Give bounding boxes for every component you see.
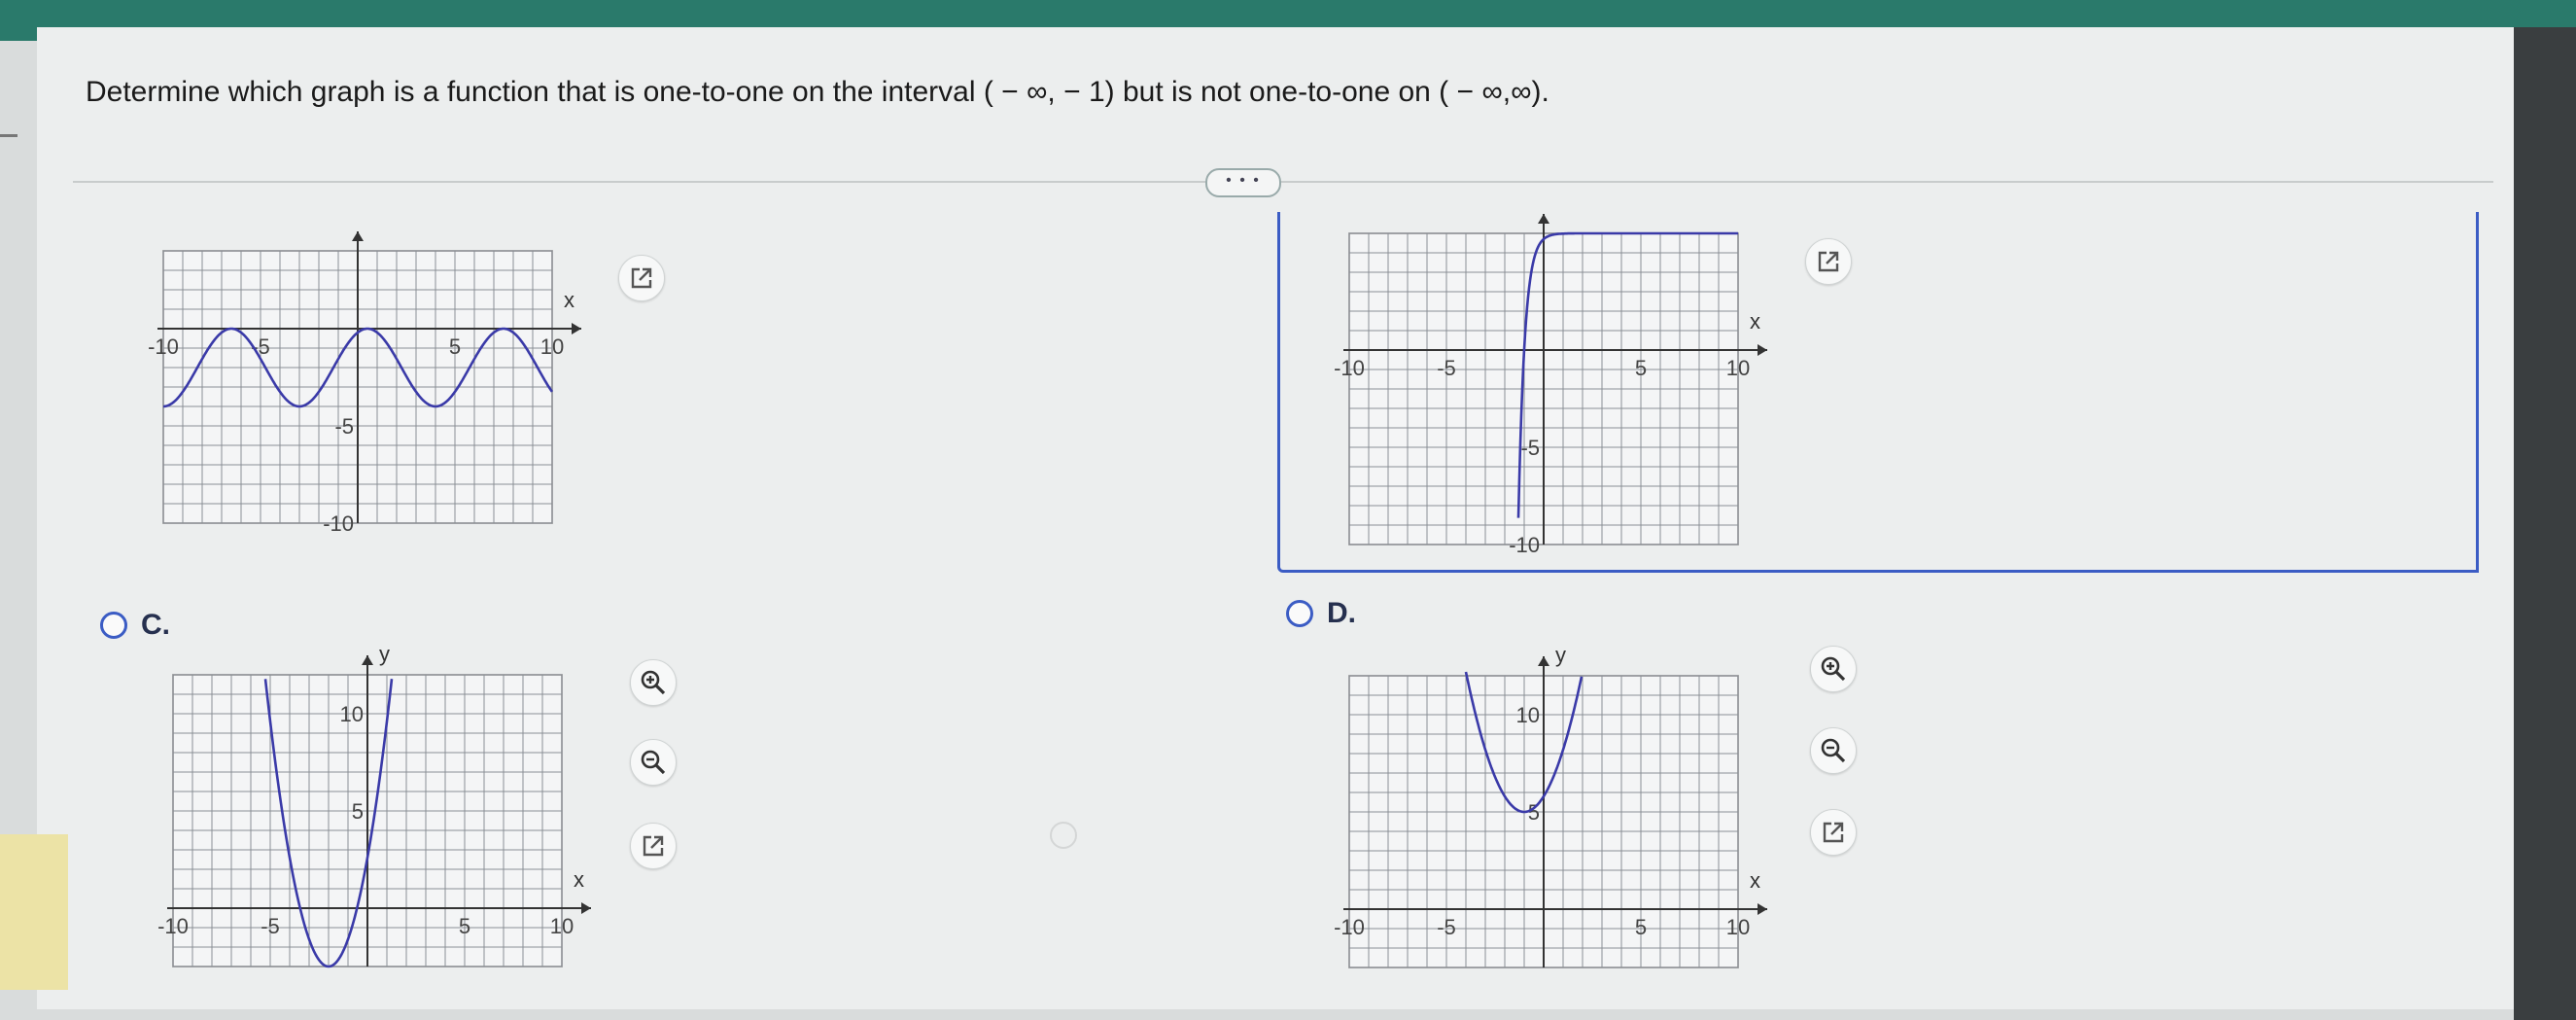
ghost-circle	[1050, 822, 1077, 849]
y-axis-label: y	[1555, 643, 1566, 667]
x-tick-label: 5	[1635, 915, 1647, 939]
x-tick-label: -5	[1437, 915, 1456, 939]
graph-option-c: x y -10 -5 5 10 10 5	[157, 642, 591, 968]
x-tick-label: 10	[540, 334, 564, 359]
question-text: Determine which graph is a function that…	[86, 76, 1549, 108]
option-c-zoom-out-button[interactable]	[630, 739, 677, 786]
y-axis-arrow	[1538, 214, 1549, 224]
option-c[interactable]: C.	[100, 609, 170, 642]
x-tick-label: 5	[1635, 356, 1647, 380]
x-axis-arrow	[581, 902, 591, 914]
x-axis-label: x	[574, 867, 584, 892]
x-axis-arrow	[1758, 903, 1767, 915]
graph-top-left-external-button[interactable]	[618, 255, 665, 301]
zoom-in-icon	[1821, 656, 1846, 682]
option-d[interactable]: D.	[1286, 597, 1356, 630]
option-c-zoom-in-button[interactable]	[630, 659, 677, 706]
x-tick-label: 10	[1726, 915, 1750, 939]
x-tick-label: -10	[1334, 915, 1365, 939]
option-d-radio[interactable]	[1286, 600, 1313, 627]
x-tick-label: 5	[459, 914, 470, 938]
divider	[73, 181, 2493, 183]
x-tick-label: -10	[148, 334, 179, 359]
x-axis-label: x	[1750, 309, 1760, 334]
window-edge	[2514, 27, 2576, 1020]
y-tick-label: -5	[1520, 436, 1540, 460]
option-c-radio[interactable]	[100, 612, 127, 639]
y-axis-arrow	[1538, 656, 1549, 666]
option-c-external-button[interactable]	[630, 823, 677, 869]
y-axis-arrow	[362, 655, 373, 665]
y-axis-label: y	[379, 642, 390, 666]
x-axis-arrow	[1758, 344, 1767, 356]
external-link-icon	[1823, 822, 1844, 843]
external-link-icon	[631, 267, 652, 289]
graph-top-right: x -10 -5 5 10 -5 -10	[1334, 214, 1767, 557]
option-c-label: C.	[141, 609, 170, 641]
x-tick-label: 10	[550, 914, 574, 938]
y-tick-label: 10	[1516, 703, 1540, 727]
left-marker	[0, 134, 17, 137]
graph-option-d: xy-10 -5 5 10105	[1334, 643, 1767, 968]
option-d-label: D.	[1327, 597, 1356, 629]
x-tick-label: -5	[261, 914, 280, 938]
external-link-icon	[1818, 251, 1839, 272]
x-axis-label: x	[1750, 868, 1760, 893]
zoom-out-icon	[1821, 738, 1846, 763]
y-tick-label: -10	[323, 511, 354, 536]
y-tick-label: -5	[334, 414, 354, 439]
x-tick-label: -10	[1334, 356, 1365, 380]
zoom-out-icon	[641, 750, 666, 775]
x-tick-label: 10	[1726, 356, 1750, 380]
option-d-zoom-in-button[interactable]	[1810, 646, 1857, 692]
zoom-in-icon	[641, 670, 666, 695]
y-axis-arrow	[352, 231, 364, 241]
x-axis-arrow	[572, 323, 581, 334]
x-tick-label: -10	[157, 914, 189, 938]
y-tick-label: 10	[340, 702, 364, 726]
x-tick-label: -5	[1437, 356, 1456, 380]
y-tick-label: -10	[1509, 533, 1540, 557]
x-axis-label: x	[564, 288, 574, 312]
external-link-icon	[643, 835, 664, 857]
option-d-zoom-out-button[interactable]	[1810, 727, 1857, 774]
graph-top-left: x-10 -5 5 10-5-10	[148, 231, 581, 536]
x-tick-label: 5	[449, 334, 461, 359]
graph-top-right-external-button[interactable]	[1805, 238, 1852, 285]
option-d-external-button[interactable]	[1810, 809, 1857, 856]
side-tab[interactable]	[0, 834, 68, 990]
more-button[interactable]: • • •	[1205, 168, 1281, 197]
y-tick-label: 5	[352, 799, 364, 824]
